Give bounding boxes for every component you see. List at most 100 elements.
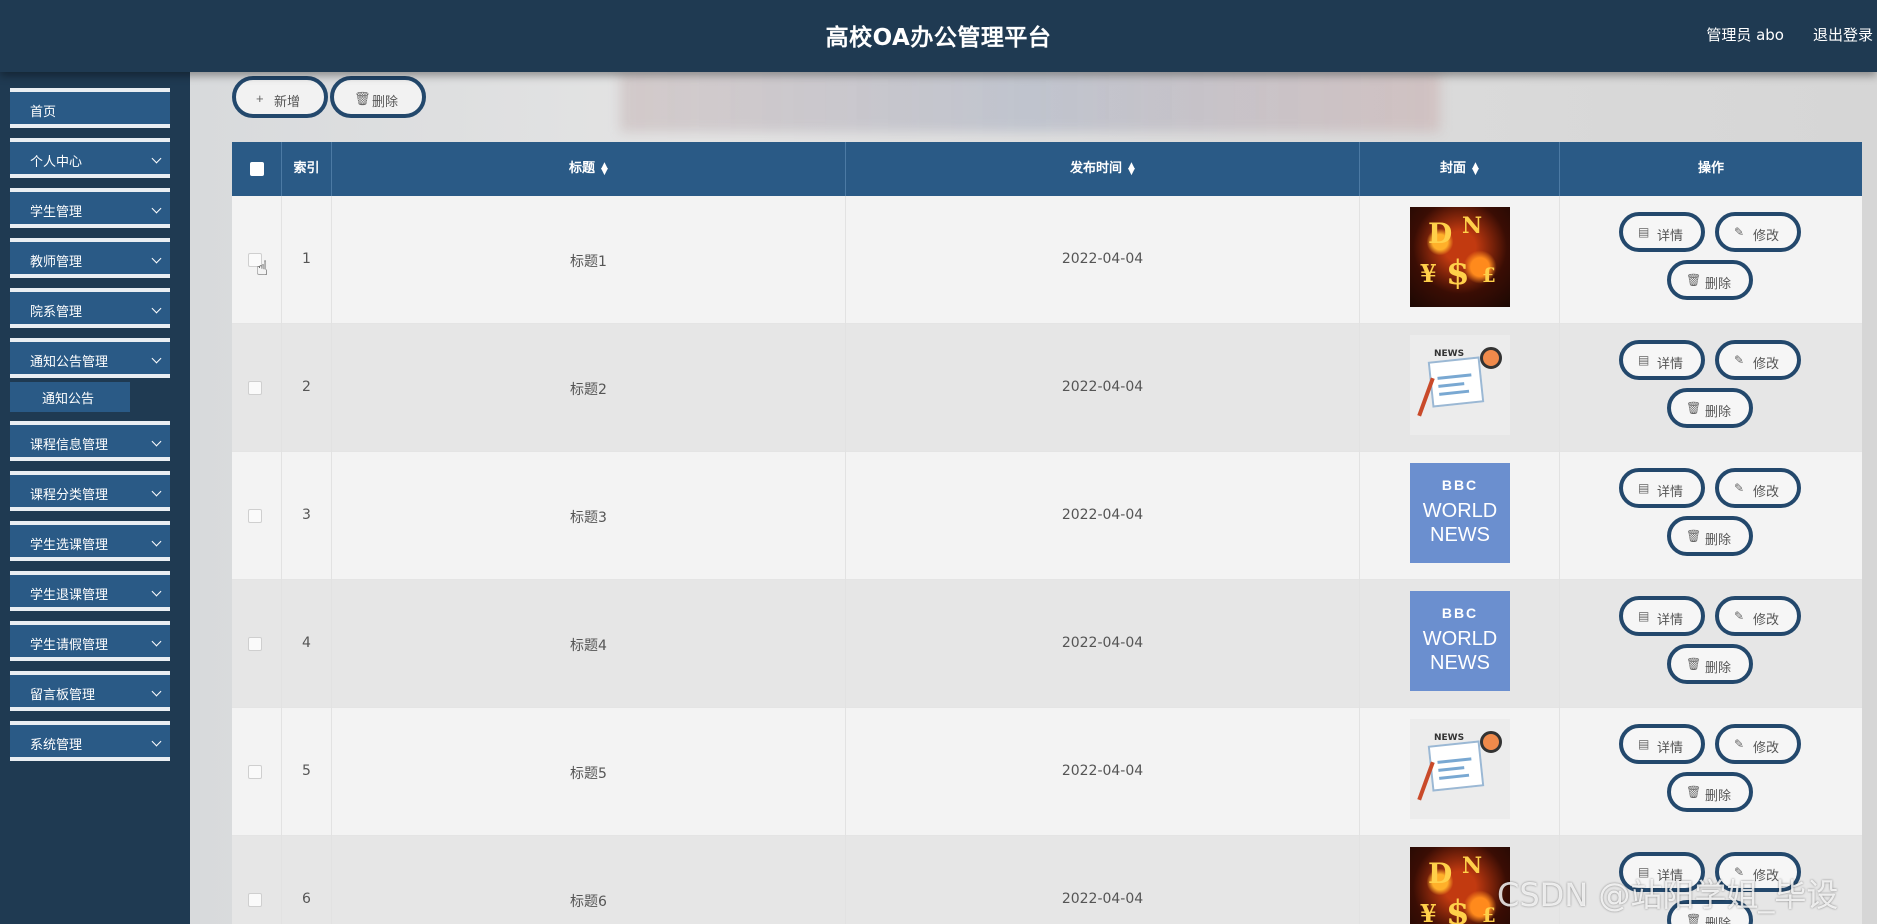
sidebar-item[interactable]: 留言板管理 [10,671,170,711]
sidebar-item[interactable]: 课程分类管理 [10,471,170,511]
document-icon: ▤ [1638,737,1650,751]
chevron-down-icon [151,353,162,364]
pencil-icon: ✎ [1734,609,1745,623]
sidebar-item[interactable]: 系统管理 [10,721,170,761]
index-cell: 3 [282,452,332,580]
column-header-index: 索引 [282,142,332,196]
edit-button[interactable]: ✎ 修改 [1715,724,1801,764]
sidebar-item-label: 院系管理 [30,305,83,320]
sidebar-item[interactable]: 教师管理 [10,238,170,278]
admin-label: 管理员 abo [1706,26,1784,44]
select-cell [232,708,282,836]
sidebar-item[interactable]: 学生退课管理 [10,571,170,611]
plus-icon: + [256,91,264,106]
sidebar-item-label: 留言板管理 [30,688,96,703]
table-row: 4 标题4 2022-04-04 BBC WORLD NEWS ▤ 详情 ✎ 修改 🗑 删除 [232,580,1862,708]
logout-link[interactable]: 退出登录 [1813,24,1873,45]
title-cell: 标题4 [332,580,846,708]
sidebar-subitem-notice[interactable]: 通知公告 [10,382,130,412]
row-checkbox[interactable] [248,765,262,779]
cover-cell: D N ¥ $ £ [1360,196,1560,324]
chevron-down-icon [151,436,162,447]
app-title: 高校OA办公管理平台 [825,25,1052,51]
cover-cell: BBC WORLD NEWS [1360,452,1560,580]
row-checkbox[interactable] [248,381,262,395]
title-cell: 标题2 [332,324,846,452]
column-header-actions: 操作 [1697,161,1724,176]
cover-cell: NEWS [1360,708,1560,836]
news-clipart-image[interactable]: NEWS [1410,719,1510,819]
actions-cell: ▤ 详情 ✎ 修改 🗑 删除 [1560,324,1862,452]
select-all-checkbox[interactable] [250,162,264,176]
delete-button[interactable]: 🗑 删除 [1667,772,1753,812]
title-cell: 标题5 [332,708,846,836]
trash-icon: 🗑 [1686,785,1702,799]
row-checkbox[interactable] [248,637,262,651]
detail-button[interactable]: ▤ 详情 [1619,724,1705,764]
chevron-down-icon [151,203,162,214]
row-checkbox[interactable] [248,509,262,523]
bulk-delete-button[interactable]: 🗑 删除 [330,76,426,118]
add-button[interactable]: + 新增 [232,76,328,118]
column-header-date[interactable]: 发布时间 ▲ ▼ [846,142,1360,196]
chevron-down-icon [151,686,162,697]
edit-button[interactable]: ✎ 修改 [1715,212,1801,252]
sidebar-item[interactable]: 学生管理 [10,188,170,228]
edit-button[interactable]: ✎ 修改 [1715,468,1801,508]
date-cell: 2022-04-04 [846,452,1360,580]
watermark: CSDN @站阳学姐_毕设 [1497,876,1839,914]
sidebar-item-label: 学生请假管理 [30,638,109,653]
column-header-cover[interactable]: 封面 ▲ ▼ [1360,142,1560,196]
row-checkbox[interactable] [248,893,262,907]
bbc-world-news-image[interactable]: BBC WORLD NEWS [1410,463,1510,563]
detail-button[interactable]: ▤ 详情 [1619,340,1705,380]
title-cell: 标题1 [332,196,846,324]
detail-button[interactable]: ▤ 详情 [1619,468,1705,508]
sidebar-item[interactable]: 首页 [10,88,170,128]
sidebar-item[interactable]: 通知公告管理 [10,338,170,378]
background-decoration [620,72,1440,132]
bbc-world-news-image[interactable]: BBC WORLD NEWS [1410,591,1510,691]
sort-icon: ▲ ▼ [1128,160,1135,177]
fire-currency-image[interactable]: D N ¥ $ £ [1410,207,1510,307]
edit-button[interactable]: ✎ 修改 [1715,596,1801,636]
title-cell: 标题3 [332,452,846,580]
select-cell [232,324,282,452]
index-cell: 5 [282,708,332,836]
chevron-down-icon [151,586,162,597]
edit-button[interactable]: ✎ 修改 [1715,340,1801,380]
column-header-title[interactable]: 标题 ▲ ▼ [332,142,846,196]
fire-currency-image[interactable]: D N ¥ $ £ [1410,847,1510,924]
actions-cell: ▤ 详情 ✎ 修改 🗑 删除 [1560,452,1862,580]
table-header: 索引 标题 ▲ ▼ 发布时间 ▲ ▼ 封面 ▲ ▼ 操作 [232,142,1862,196]
sidebar-item-label: 课程信息管理 [30,438,109,453]
sidebar-item-label: 学生选课管理 [30,538,109,553]
document-icon: ▤ [1638,353,1650,367]
trash-icon: 🗑 [1686,529,1702,543]
main-content: + 新增 🗑 删除 索引 标题 ▲ ▼ 发布时间 ▲ ▼ 封面 ▲ ▼ 操作 1 标题1 202… [190,72,1877,924]
delete-button[interactable]: 🗑 删除 [1667,260,1753,300]
delete-button[interactable]: 🗑 删除 [1667,516,1753,556]
select-all-cell [232,142,282,196]
chevron-down-icon [151,153,162,164]
news-clipart-image[interactable]: NEWS [1410,335,1510,435]
title-cell: 标题6 [332,836,846,924]
delete-button[interactable]: 🗑 删除 [1667,644,1753,684]
delete-button[interactable]: 🗑 删除 [1667,388,1753,428]
trash-icon: 🗑 [354,91,371,106]
sidebar-item-label: 课程分类管理 [30,488,109,503]
sidebar: 首页个人中心学生管理教师管理院系管理通知公告管理课程信息管理 课程分类管理 学生选课… [0,72,190,924]
chevron-down-icon [151,253,162,264]
sidebar-item-label: 学生退课管理 [30,588,109,603]
detail-button[interactable]: ▤ 详情 [1619,212,1705,252]
chevron-down-icon [151,486,162,497]
sidebar-item[interactable]: 院系管理 [10,288,170,328]
sidebar-item[interactable]: 学生选课管理 [10,521,170,561]
sidebar-item[interactable]: 课程信息管理 [10,421,170,461]
table-row: 5 标题5 2022-04-04 NEWS ▤ 详情 ✎ 修改 🗑 删除 [232,708,1862,836]
sidebar-item[interactable]: 个人中心 [10,138,170,178]
hand-cursor-icon: ☝ [256,256,269,280]
table-row: 2 标题2 2022-04-04 NEWS ▤ 详情 ✎ 修改 🗑 删除 [232,324,1862,452]
sidebar-item[interactable]: 学生请假管理 [10,621,170,661]
detail-button[interactable]: ▤ 详情 [1619,596,1705,636]
